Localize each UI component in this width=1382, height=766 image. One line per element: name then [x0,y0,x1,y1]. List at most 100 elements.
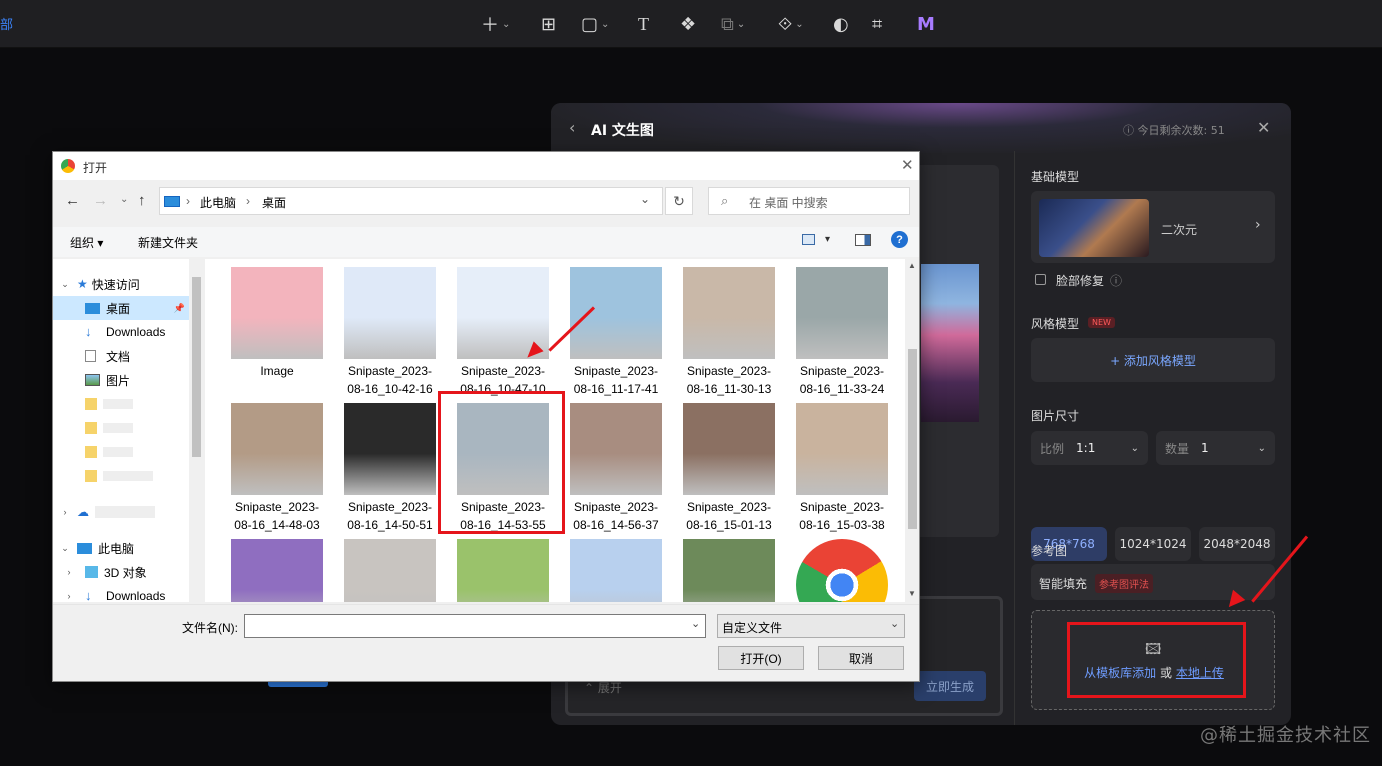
new-badge: NEW [1088,317,1115,328]
component-icon[interactable]: ❖ [680,12,696,36]
hidden-blue-button[interactable] [268,682,328,687]
file-name-line2: 08-16_15-01-13 [686,518,772,532]
content-scroll-thumb[interactable] [908,349,917,529]
refresh-icon[interactable]: ↻ [665,187,693,215]
search-box[interactable]: ⌕ 在 桌面 中搜索 [708,187,910,215]
chevron-down-icon[interactable]: ⌄ [691,617,700,630]
reference-upload-area[interactable]: 🖾 从模板库添加 或 本地上传 [1031,610,1275,710]
content-scrollbar[interactable]: ▲ ▼ [905,259,919,602]
nav-this-pc[interactable]: ⌄ 此电脑 [53,536,189,560]
nav-folder-blurred[interactable] [53,416,189,440]
plus-icon[interactable]: ＋ ⌄ [481,12,510,36]
crop-icon[interactable]: ⌗ [872,12,882,36]
view-mode-icon[interactable] [802,234,815,245]
file-thumbnail[interactable] [683,267,775,359]
from-library-link[interactable]: 从模板库添加 [1084,666,1156,680]
file-thumbnail[interactable] [796,539,888,602]
chevron-down-icon[interactable]: ⌄ [640,192,650,206]
edge-label[interactable]: 部 [0,14,13,33]
address-bar[interactable]: › 此电脑 › 桌面 ⌄ [159,187,663,215]
ratio-select[interactable]: 比例 1:1 ⌄ [1031,431,1148,465]
base-model-selector[interactable]: 二次元 › [1031,191,1275,263]
nav-item-desktop[interactable]: 桌面 📌 [53,296,189,320]
file-name-line2: 08-16_14-48-03 [234,518,320,532]
file-thumbnail[interactable] [231,267,323,359]
cloud-icon: ☁ [77,505,89,519]
breadcrumb-this-pc[interactable]: 此电脑 [200,194,236,211]
file-thumbnail[interactable] [683,539,775,602]
nav-onedrive[interactable]: › ☁ [53,500,189,524]
file-thumbnail[interactable] [570,539,662,602]
chrome-icon [61,159,75,173]
file-type-select[interactable]: 自定义文件 ⌄ [717,614,905,638]
file-type-value: 自定义文件 [722,621,783,635]
recent-dropdown-icon[interactable]: ⌄ [120,194,128,205]
generated-image[interactable] [921,264,979,422]
add-style-model-button[interactable]: + 添加风格模型 [1031,338,1275,382]
nav-scroll-thumb[interactable] [192,277,201,457]
file-name-line1: Snipaste_2023- [347,364,433,378]
preview-pane-icon[interactable] [855,234,871,246]
file-thumbnail[interactable] [570,267,662,359]
nav-scrollbar[interactable] [189,259,205,602]
navigation-pane: ⌄ ★ 快速访问 桌面 📌 ↓ Downloads 文档 图片 › ☁ ⌄ 此电脑 › 3D … [53,259,203,603]
file-thumbnail[interactable] [457,539,549,602]
file-thumbnail[interactable] [683,403,775,495]
open-button[interactable]: 打开(O) [718,646,804,670]
help-icon[interactable]: ⓘ [1110,272,1122,289]
text-icon[interactable]: T [638,12,649,36]
boolean-icon[interactable]: ⧉ ⌄ [721,12,745,36]
nav-folder-blurred[interactable] [53,440,189,464]
nav-quick-access[interactable]: ⌄ ★ 快速访问 [53,272,189,296]
face-fix-checkbox[interactable] [1035,274,1046,285]
count-select[interactable]: 数量 1 ⌄ [1156,431,1275,465]
filename-input[interactable]: ⌄ [244,614,706,638]
local-upload-link[interactable]: 本地上传 [1176,666,1224,680]
ai-logo-icon[interactable]: M [917,12,935,36]
file-thumbnail[interactable] [570,403,662,495]
frame-icon[interactable]: ⊞ [541,12,556,36]
nav-3d-objects[interactable]: › 3D 对象 [53,560,189,584]
file-name-line1: Snipaste_2023- [799,500,885,514]
scroll-down-icon[interactable]: ▼ [908,589,916,598]
file-thumbnail[interactable] [344,539,436,602]
up-arrow-icon[interactable]: ↑ [138,192,146,209]
nav-item-pictures[interactable]: 图片 [53,368,189,392]
generate-button[interactable]: 立即生成 [914,671,986,701]
file-thumbnail[interactable] [796,267,888,359]
breadcrumb-sep: › [186,194,190,208]
back-icon[interactable]: ‹ [569,118,575,137]
download-icon: ↓ [85,588,92,603]
file-name-line2: 08-16_11-30-13 [686,382,772,396]
file-thumbnail[interactable] [796,403,888,495]
size-option-1024[interactable]: 1024*1024 [1115,527,1191,561]
circle-icon[interactable]: ◐ [833,12,849,36]
back-arrow-icon[interactable]: ← [65,192,80,209]
vector-icon[interactable]: ⟐ ⌄ [778,12,804,36]
view-dropdown-icon[interactable]: ▾ [825,234,830,245]
rectangle-icon[interactable]: ▢ ⌄ [581,12,609,36]
folder-icon [85,446,97,458]
help-icon[interactable]: ? [891,231,908,248]
close-icon[interactable]: ✕ [1257,118,1270,137]
file-thumbnail[interactable] [231,403,323,495]
close-icon[interactable]: ✕ [901,156,914,174]
nav-folder-blurred[interactable] [53,392,189,416]
forward-arrow-icon[interactable]: → [93,192,108,209]
cancel-button[interactable]: 取消 [818,646,904,670]
file-thumbnail[interactable] [344,267,436,359]
file-thumbnail[interactable] [231,539,323,602]
search-icon: ⌕ [721,193,729,208]
scroll-up-icon[interactable]: ▲ [908,261,916,270]
organize-button[interactable]: 组织 ▾ [70,234,103,251]
nav-item-downloads[interactable]: ↓ Downloads [53,320,189,344]
new-folder-button[interactable]: 新建文件夹 [138,234,198,251]
nav-folder-blurred[interactable] [53,464,189,488]
count-label: 数量 [1165,441,1190,456]
size-option-2048[interactable]: 2048*2048 [1199,527,1275,561]
breadcrumb-desktop[interactable]: 桌面 [262,194,286,211]
file-thumbnail[interactable] [344,403,436,495]
file-name-line1: Snipaste_2023- [686,364,772,378]
nav-item-documents[interactable]: 文档 [53,344,189,368]
file-name-line1: Snipaste_2023- [573,500,659,514]
